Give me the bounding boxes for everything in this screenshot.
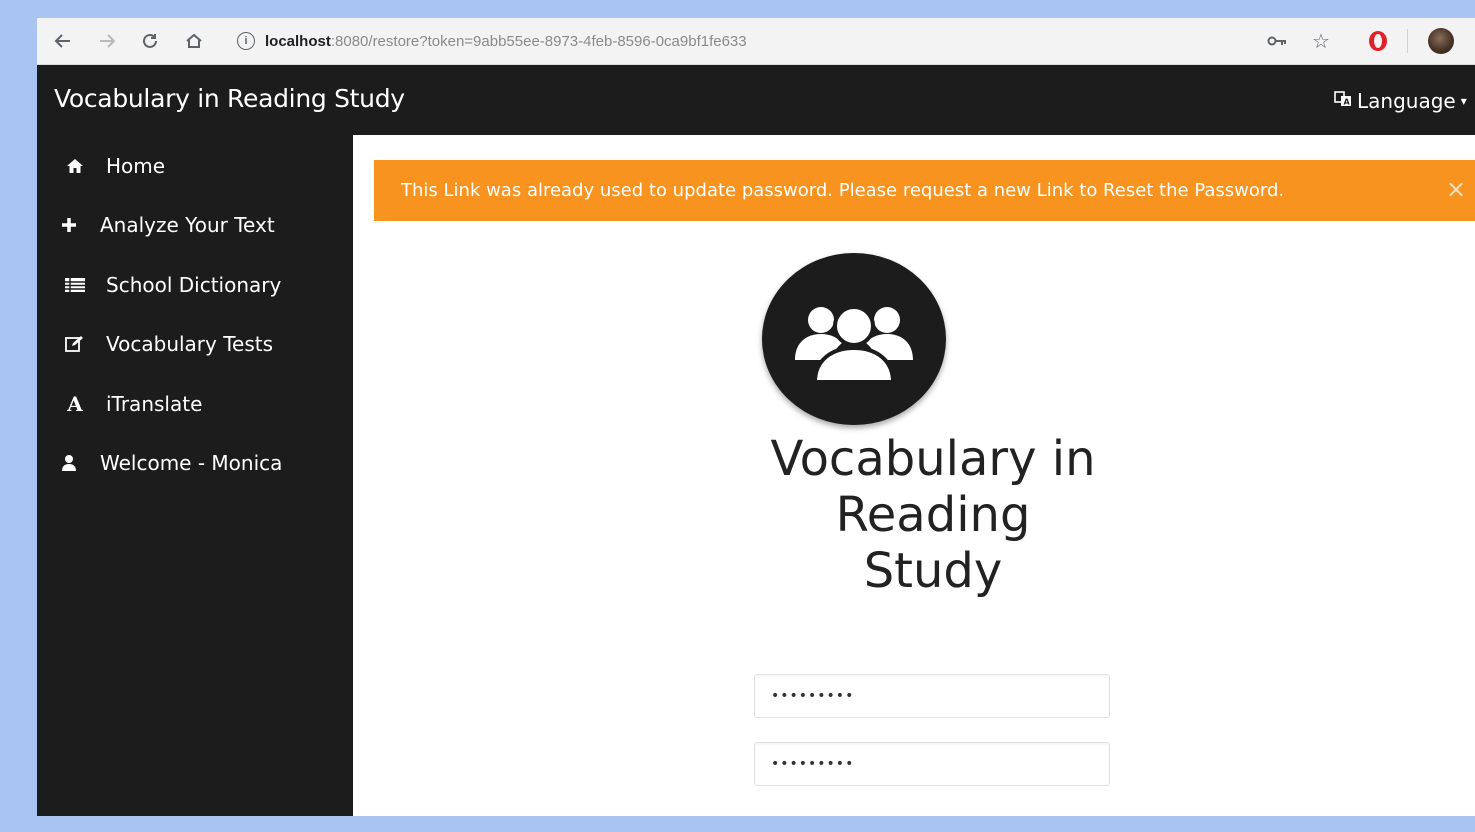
info-icon[interactable]: i (237, 32, 255, 50)
svg-text:A: A (1344, 98, 1351, 107)
font-icon: A (67, 392, 83, 416)
app-title-line: Vocabulary in (770, 431, 1096, 487)
main-content: This Link was already used to update pas… (353, 135, 1475, 816)
sidebar-item-dictionary[interactable]: School Dictionary (37, 263, 353, 307)
sidebar-item-label: iTranslate (106, 392, 203, 416)
star-icon[interactable]: ☆ (1311, 29, 1331, 53)
confirm-password-field[interactable] (754, 742, 1110, 786)
new-password-field[interactable] (754, 674, 1110, 718)
translate-icon: A (1334, 91, 1352, 111)
app-header: Vocabulary in Reading Study A Language ▾ (37, 65, 1475, 135)
edit-icon (64, 333, 86, 355)
url-path: :8080/restore?token=9abb55ee-8973-4feb-8… (330, 32, 747, 50)
warning-alert: This Link was already used to update pas… (374, 160, 1475, 221)
sidebar-item-label: School Dictionary (106, 273, 282, 297)
sidebar-item-label: Analyze Your Text (100, 213, 275, 237)
close-icon[interactable]: × (1444, 177, 1468, 201)
alert-message: This Link was already used to update pas… (401, 180, 1285, 201)
plus-icon (58, 214, 80, 236)
caret-down-icon: ▾ (1460, 94, 1467, 108)
sidebar-item-tests[interactable]: Vocabulary Tests (37, 322, 353, 366)
reload-icon[interactable] (136, 27, 164, 55)
browser-toolbar: i localhost :8080/restore?token=9abb55ee… (37, 18, 1475, 65)
screen: i localhost :8080/restore?token=9abb55ee… (37, 18, 1475, 816)
sidebar-item-welcome[interactable]: Welcome - Monica (37, 441, 353, 485)
app-title-line: Study (863, 543, 1003, 599)
sidebar-item-label: Vocabulary Tests (106, 332, 274, 356)
key-icon[interactable] (1267, 29, 1287, 53)
user-icon (58, 452, 80, 474)
users-group-icon (795, 305, 913, 384)
home-icon[interactable] (180, 27, 208, 55)
app-title-line: Reading (835, 487, 1031, 543)
back-arrow-icon[interactable] (49, 27, 77, 55)
sidebar-item-analyze[interactable]: Analyze Your Text (37, 203, 353, 247)
list-icon (64, 274, 86, 296)
app-logo (762, 253, 946, 425)
sidebar-item-itranslate[interactable]: A iTranslate (37, 382, 353, 426)
opera-icon[interactable] (1367, 29, 1389, 53)
sidebar-item-home[interactable]: Home (37, 144, 353, 188)
forward-arrow-icon[interactable] (93, 27, 121, 55)
home-icon (64, 155, 86, 177)
language-label: Language (1357, 89, 1456, 113)
url-host: localhost (265, 32, 331, 50)
sidebar: Home Analyze Your Text School Dictionary… (37, 135, 353, 816)
profile-avatar-icon[interactable] (1428, 28, 1454, 54)
brand-title[interactable]: Vocabulary in Reading Study (54, 84, 405, 113)
address-bar[interactable]: i localhost :8080/restore?token=9abb55ee… (227, 25, 1245, 57)
app-title: Vocabulary in Reading Study (713, 431, 1153, 599)
sidebar-item-label: Welcome - Monica (100, 451, 283, 475)
toolbar-divider (1407, 29, 1408, 53)
language-dropdown[interactable]: A Language ▾ (1334, 89, 1467, 113)
sidebar-item-label: Home (106, 154, 166, 178)
